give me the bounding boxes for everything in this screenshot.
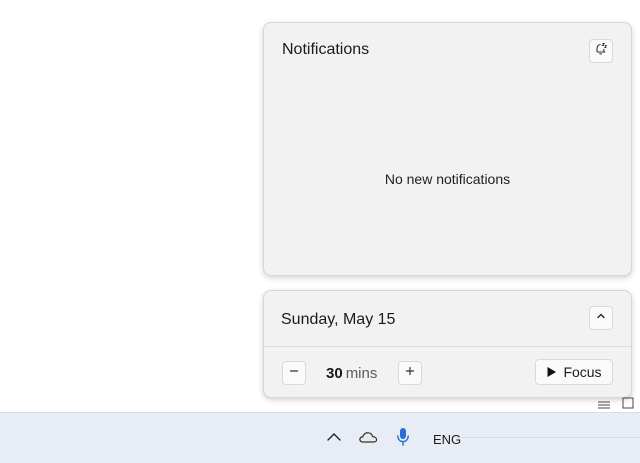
empty-notifications-message: No new notifications: [384, 171, 511, 187]
onedrive-tray-button[interactable]: [357, 428, 379, 450]
corner-overflow-icons: [597, 396, 637, 410]
focus-session-row: 30 mins Focus: [264, 347, 631, 399]
taskbar-divider: [462, 437, 640, 438]
calendar-panel: Sunday, May 15 30 mins Focus: [263, 290, 632, 398]
focus-duration: 30 mins: [326, 365, 377, 382]
microphone-icon: [396, 427, 410, 452]
increase-duration-button[interactable]: [398, 361, 422, 385]
notifications-title: Notifications: [282, 41, 370, 58]
notification-center: Notifications No new notifications: [263, 22, 632, 276]
decrease-duration-button[interactable]: [282, 361, 306, 385]
taskbar: ENG: [0, 412, 640, 463]
bell-snooze-icon: [594, 42, 608, 61]
duration-unit: mins: [345, 365, 378, 382]
play-icon: [546, 366, 557, 378]
onedrive-cloud-icon: [358, 430, 378, 449]
focus-button-label: Focus: [563, 364, 602, 380]
duration-value: 30: [326, 365, 343, 382]
do-not-disturb-button[interactable]: [589, 39, 613, 63]
microphone-tray-button[interactable]: [394, 427, 412, 452]
show-hidden-icons-button[interactable]: [324, 428, 344, 450]
chevron-up-icon: [326, 430, 342, 448]
chevron-up-icon: [595, 309, 607, 327]
calendar-header: Sunday, May 15: [264, 291, 631, 347]
calendar-date: Sunday, May 15: [281, 311, 396, 328]
plus-icon: [404, 364, 416, 382]
input-language-indicator[interactable]: ENG: [433, 432, 461, 447]
focus-button[interactable]: Focus: [535, 359, 613, 385]
minus-icon: [288, 364, 300, 382]
collapse-calendar-button[interactable]: [589, 306, 613, 330]
